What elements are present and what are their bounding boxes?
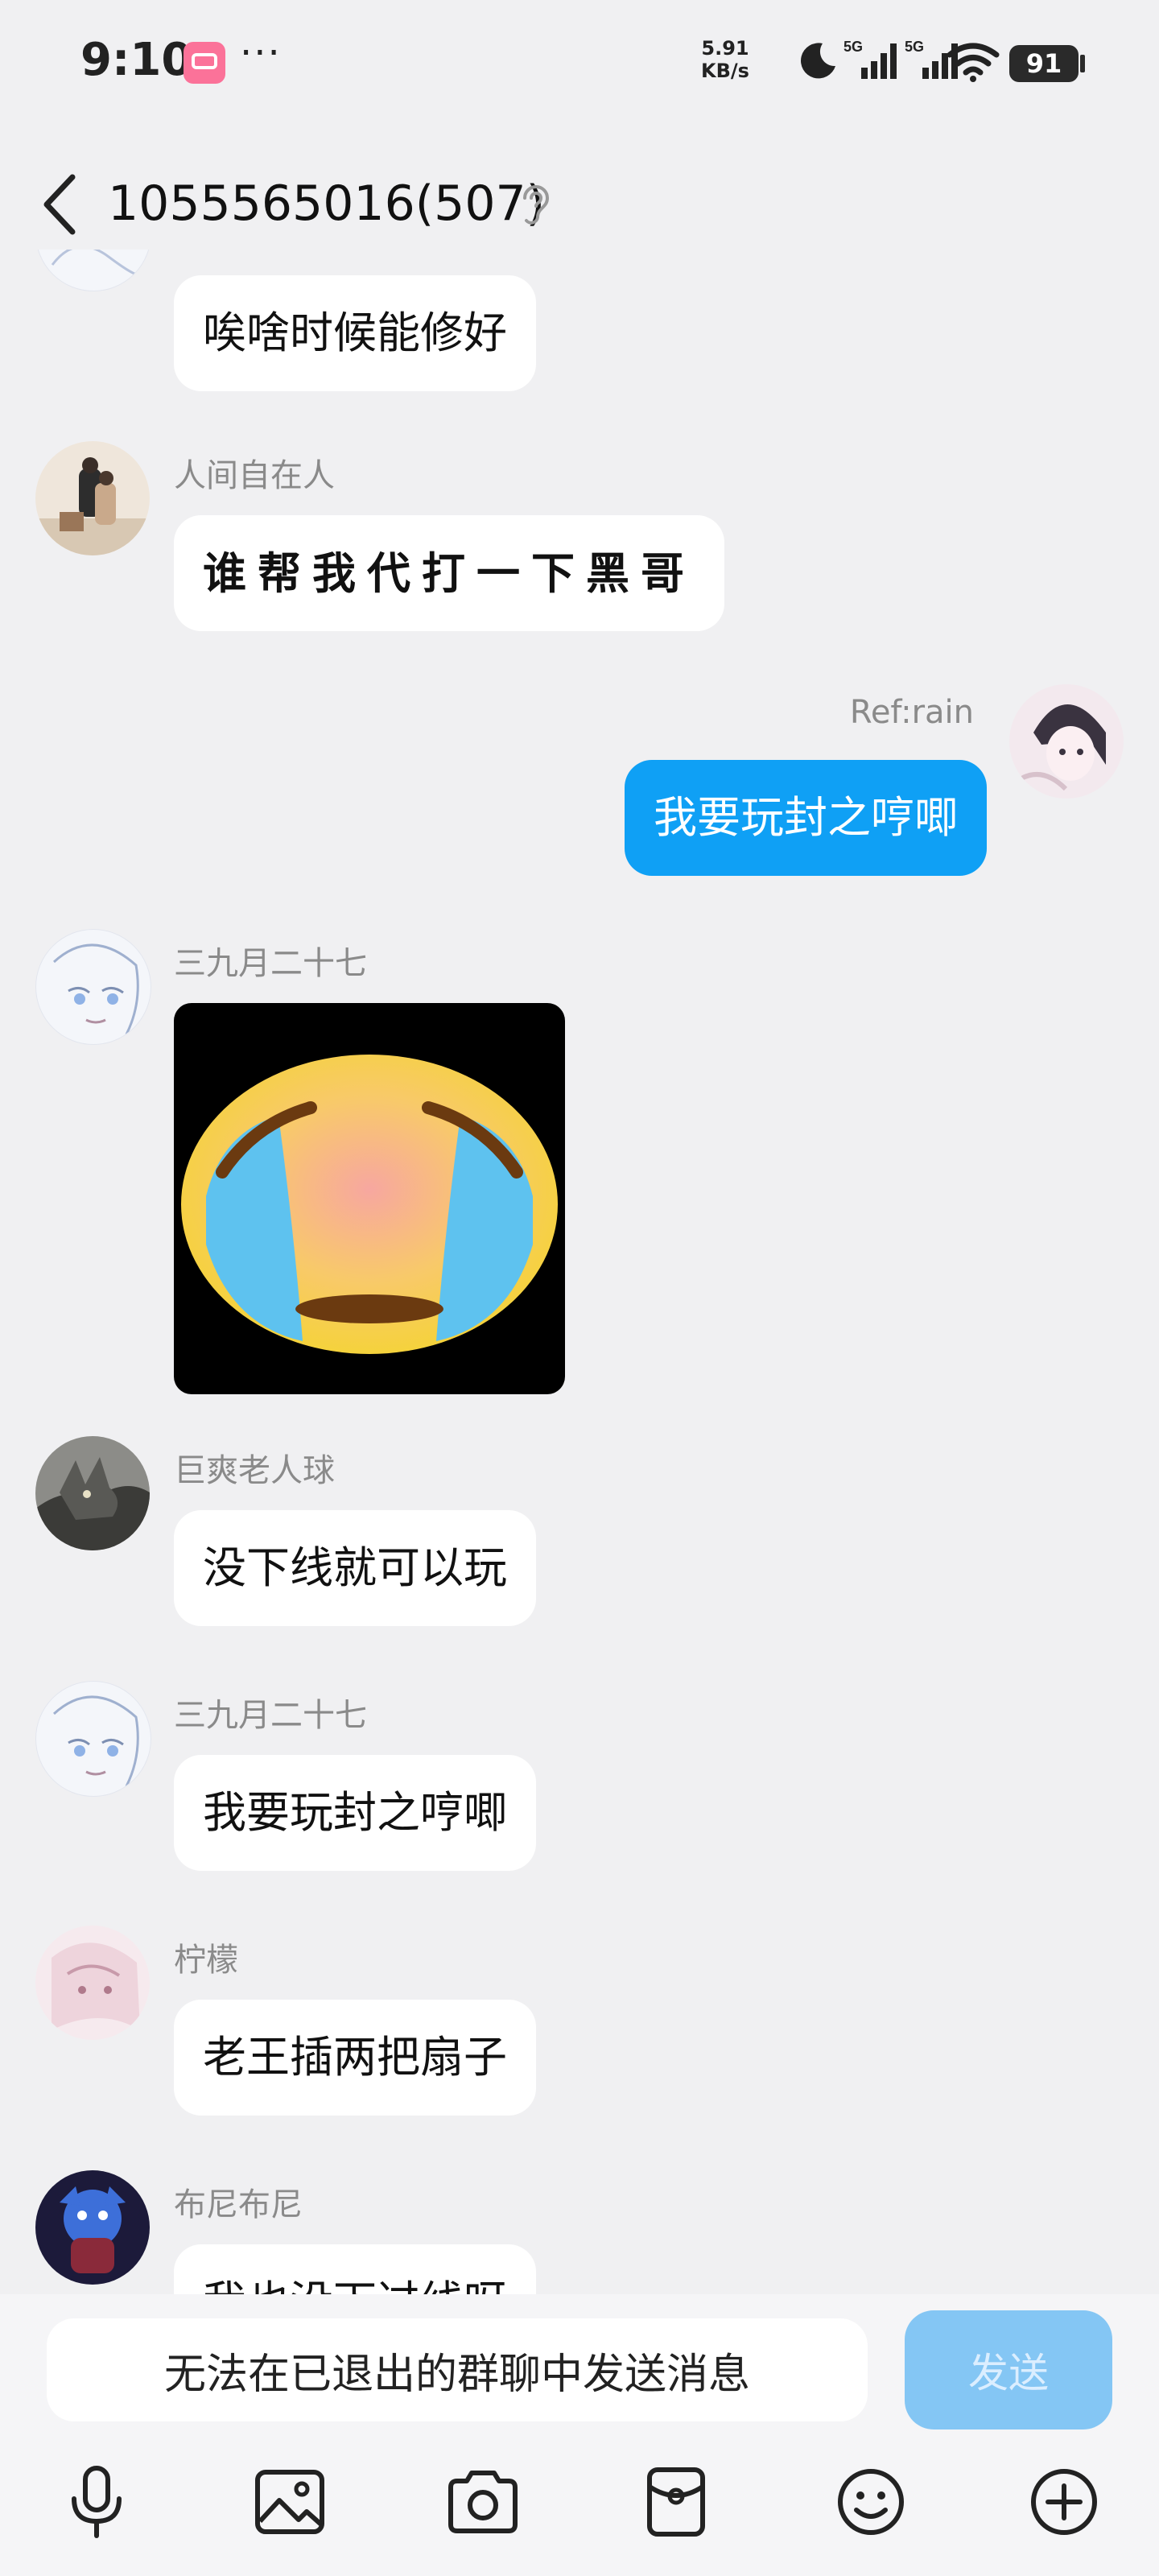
- red-packet-icon[interactable]: [636, 2462, 716, 2542]
- wifi-icon: [947, 43, 1000, 82]
- status-time: 9:10: [80, 34, 193, 86]
- sender-name: 柠檬: [174, 1942, 238, 1979]
- network-speed: 5.91 KB/s: [697, 37, 753, 82]
- sender-name: 布尼布尼: [174, 2186, 303, 2223]
- message-list[interactable]: 唉啥时候能修好 人间自在人 谁帮我代打一下黑哥 Ref:rain 我要玩封之哼唧…: [0, 250, 1159, 2294]
- user-avatar[interactable]: [35, 1926, 150, 2040]
- user-avatar[interactable]: [35, 441, 150, 555]
- image-icon[interactable]: [250, 2462, 330, 2542]
- signal-icon: 5G: [843, 39, 897, 79]
- user-avatar[interactable]: [35, 1436, 150, 1550]
- message-bubble[interactable]: 唉啥时候能修好: [174, 275, 536, 391]
- message-bubble[interactable]: 老王插两把扇子: [174, 2000, 536, 2116]
- message-bubble-self[interactable]: 我要玩封之哼唧: [625, 760, 987, 876]
- network-speed-value: 5.91: [701, 37, 749, 60]
- user-avatar[interactable]: [35, 250, 151, 291]
- network-speed-unit: KB/s: [701, 60, 749, 82]
- message-input[interactable]: 无法在已退出的群聊中发送消息: [47, 2318, 868, 2421]
- user-avatar[interactable]: [35, 1681, 151, 1797]
- ear-icon[interactable]: [518, 180, 554, 229]
- battery-indicator: 91: [1009, 45, 1079, 82]
- more-notifications-indicator: ···: [240, 31, 282, 76]
- user-avatar[interactable]: [35, 2170, 150, 2285]
- message-bubble[interactable]: 我也没下过线呀: [174, 2244, 536, 2294]
- sender-name: Ref:rain: [849, 694, 974, 731]
- bilibili-app-icon: [184, 42, 225, 84]
- group-title[interactable]: 1055565016(507): [108, 175, 545, 232]
- sender-name: 人间自在人: [174, 457, 335, 494]
- crying-emoji-sticker[interactable]: [174, 1003, 565, 1394]
- message-bubble[interactable]: 谁帮我代打一下黑哥: [174, 515, 724, 631]
- moon-icon: [801, 43, 835, 79]
- sender-name: 三九月二十七: [174, 1697, 367, 1734]
- signal-label: 5G: [843, 39, 863, 55]
- camera-icon[interactable]: [443, 2462, 523, 2542]
- signal-label: 5G: [905, 39, 924, 55]
- chat-header: 1055565016(507): [0, 153, 1159, 250]
- plus-icon[interactable]: [1024, 2462, 1104, 2542]
- input-bar: 无法在已退出的群聊中发送消息 发送: [0, 2294, 1159, 2576]
- user-avatar[interactable]: [35, 929, 151, 1045]
- message-bubble[interactable]: 没下线就可以玩: [174, 1510, 536, 1626]
- back-arrow-icon[interactable]: [39, 172, 79, 237]
- sender-name: 三九月二十七: [174, 945, 367, 982]
- message-bubble[interactable]: 我要玩封之哼唧: [174, 1755, 536, 1871]
- sender-name: 巨爽老人球: [174, 1452, 335, 1489]
- microphone-icon[interactable]: [56, 2462, 137, 2542]
- emoji-icon[interactable]: [831, 2462, 911, 2542]
- user-avatar[interactable]: [1009, 684, 1124, 799]
- send-button[interactable]: 发送: [905, 2310, 1112, 2429]
- battery-tip: [1080, 55, 1085, 72]
- status-bar: 9:10 ··· 5.91 KB/s 5G 5G 91: [0, 0, 1159, 129]
